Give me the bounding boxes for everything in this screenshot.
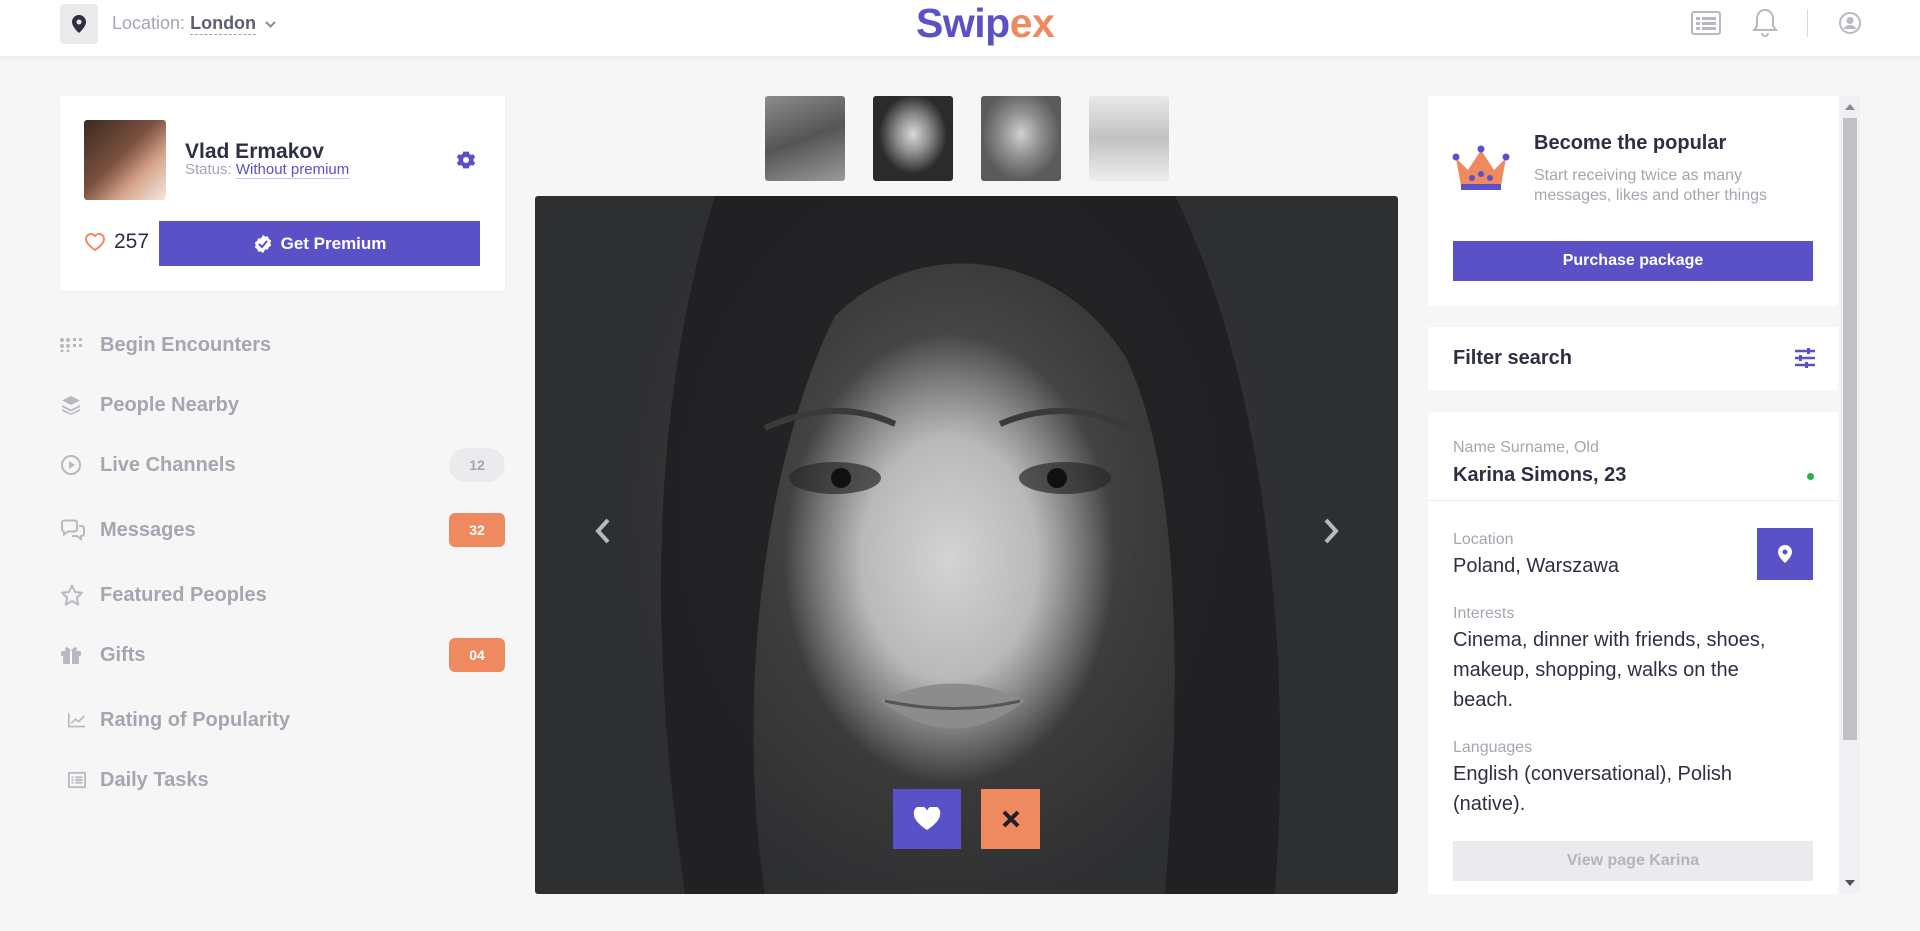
- status-value-link[interactable]: Without premium: [235, 161, 350, 179]
- chart-line-icon: [60, 711, 86, 729]
- messages-badge: 32: [449, 513, 505, 547]
- location-pin-button[interactable]: [60, 4, 98, 44]
- heart-icon: [913, 807, 941, 830]
- layers-icon: [60, 395, 86, 415]
- nav-item-gifts[interactable]: Gifts 04: [60, 638, 505, 672]
- gear-icon[interactable]: [456, 150, 476, 175]
- online-status-dot: [1807, 473, 1814, 480]
- nav-label: Featured Peoples: [100, 583, 267, 606]
- gifts-badge: 04: [449, 638, 505, 672]
- chat-bubbles-icon: [60, 519, 86, 541]
- heart-outline-icon: [84, 233, 106, 252]
- top-bar: Location: London Swipex: [0, 0, 1920, 56]
- scroll-down-arrow-icon[interactable]: [1845, 880, 1855, 886]
- languages-value: English (conversational), Polish (native…: [1453, 763, 1733, 815]
- nav-item-rating-of-popularity[interactable]: Rating of Popularity: [60, 705, 505, 735]
- chevron-down-icon[interactable]: [265, 13, 276, 34]
- photo-thumbnail[interactable]: [1089, 96, 1169, 181]
- filter-search-bar[interactable]: Filter search: [1428, 327, 1838, 390]
- nav-item-people-nearby[interactable]: People Nearby: [60, 390, 505, 420]
- filter-title: Filter search: [1453, 347, 1572, 369]
- nav-item-featured-peoples[interactable]: Featured Peoples: [60, 580, 505, 610]
- profile-info-card: Name Surname, Old Karina Simons, 23 Loca…: [1428, 412, 1838, 894]
- scroll-thumb[interactable]: [1843, 118, 1857, 740]
- nav-label: Daily Tasks: [100, 768, 209, 791]
- nav-label: People Nearby: [100, 393, 239, 416]
- promo-subtitle: Start receiving twice as many messages, …: [1534, 167, 1768, 204]
- gift-icon: [60, 645, 86, 665]
- profile-photo: [535, 196, 1398, 894]
- divider: [1428, 500, 1838, 501]
- interests-label: Interests: [1453, 605, 1515, 622]
- live-channels-badge: 12: [449, 448, 505, 482]
- status-label: Status:: [185, 161, 232, 178]
- photo-thumbnail[interactable]: [981, 96, 1061, 181]
- nav-label: Live Channels: [100, 453, 236, 476]
- nav-item-begin-encounters[interactable]: Begin Encounters: [60, 330, 505, 360]
- location-label: Location:: [112, 13, 186, 33]
- photo-thumbnail-active[interactable]: [873, 96, 953, 181]
- crown-icon: [1452, 144, 1510, 199]
- bell-icon[interactable]: [1748, 6, 1782, 40]
- prev-photo-arrow-icon[interactable]: [595, 518, 611, 549]
- dislike-button[interactable]: [981, 789, 1040, 849]
- get-premium-label: Get Premium: [280, 233, 387, 253]
- map-pin-icon: [72, 15, 86, 33]
- nav-item-live-channels[interactable]: Live Channels 12: [60, 448, 505, 482]
- photo-illustration: [661, 196, 1281, 894]
- location-info-value: Poland, Warszawa: [1453, 555, 1619, 577]
- badge-check-icon: [254, 234, 271, 253]
- nav-label: Rating of Popularity: [100, 708, 290, 731]
- news-feed-icon[interactable]: [1689, 6, 1723, 40]
- user-status: Status: Without premium: [185, 161, 350, 179]
- grid-dots-icon: [60, 338, 86, 352]
- nav-item-messages[interactable]: Messages 32: [60, 513, 505, 547]
- like-button[interactable]: [893, 789, 961, 849]
- close-icon: [1002, 810, 1019, 828]
- get-premium-button[interactable]: Get Premium: [159, 221, 480, 266]
- list-icon: [60, 771, 86, 789]
- interests-value: Cinema, dinner with friends, shoes, make…: [1453, 629, 1766, 711]
- logo[interactable]: Swipex: [916, 0, 1055, 47]
- languages-label: Languages: [1453, 739, 1533, 756]
- right-panel-scrollbar[interactable]: [1840, 96, 1860, 894]
- promo-title: Become the popular: [1534, 132, 1727, 154]
- star-icon: [60, 584, 86, 606]
- profile-name: Karina Simons, 23: [1453, 464, 1627, 486]
- scroll-up-arrow-icon[interactable]: [1845, 104, 1855, 110]
- location-info-label: Location: [1453, 531, 1514, 548]
- user-account-icon[interactable]: [1833, 6, 1867, 40]
- nav-label: Gifts: [100, 643, 146, 666]
- header-divider: [1807, 9, 1808, 37]
- purchase-package-button[interactable]: Purchase package: [1453, 241, 1813, 281]
- profile-card: Vlad Ermakov Status: Without premium 257…: [60, 96, 505, 291]
- photo-thumbnail[interactable]: [765, 96, 845, 181]
- sliders-icon[interactable]: [1794, 348, 1816, 373]
- map-pin-icon: [1778, 545, 1792, 563]
- play-circle-icon: [60, 454, 86, 476]
- view-page-button[interactable]: View page Karina: [1453, 841, 1813, 881]
- promo-card: Become the popular Start receiving twice…: [1428, 96, 1838, 306]
- next-photo-arrow-icon[interactable]: [1323, 518, 1339, 549]
- nav-item-daily-tasks[interactable]: Daily Tasks: [60, 765, 505, 795]
- location-city[interactable]: London: [190, 13, 257, 35]
- avatar[interactable]: [84, 120, 166, 200]
- location-selector[interactable]: Location: London: [112, 13, 276, 35]
- likes-count: 257: [114, 230, 150, 253]
- name-label: Name Surname, Old: [1453, 439, 1599, 456]
- nav-label: Messages: [100, 518, 196, 541]
- show-on-map-button[interactable]: [1757, 528, 1813, 580]
- likes-counter[interactable]: 257: [84, 230, 149, 254]
- nav-label: Begin Encounters: [100, 333, 272, 356]
